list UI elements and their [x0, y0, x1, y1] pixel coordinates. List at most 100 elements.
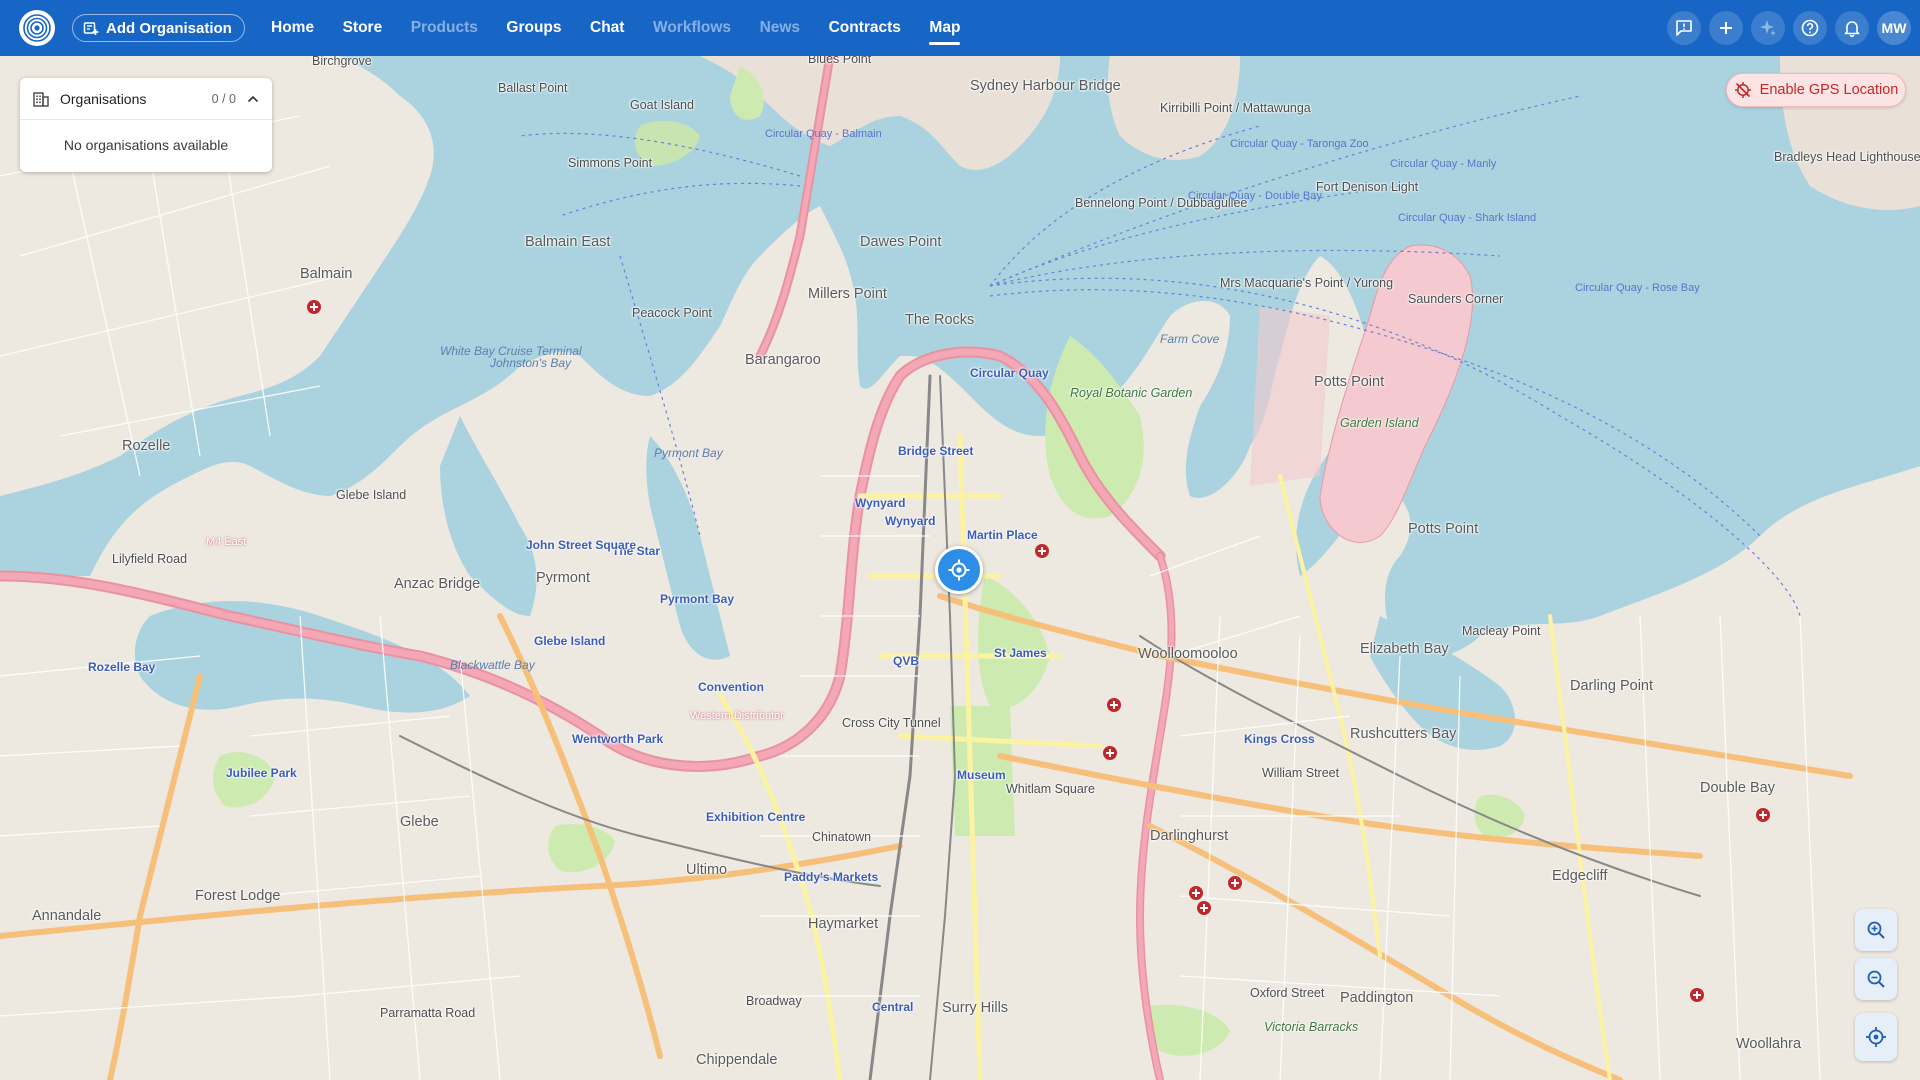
nav-map[interactable]: Map: [929, 0, 961, 56]
zoom-out-button[interactable]: [1855, 958, 1897, 1000]
map-label: Dawes Point: [860, 234, 942, 250]
zoom-in-button[interactable]: [1855, 909, 1897, 951]
map-label: Paddy's Markets: [784, 870, 879, 884]
user-avatar[interactable]: MW: [1877, 11, 1911, 45]
organisations-panel: Organisations 0 / 0 No organisations ava…: [20, 78, 272, 172]
map-label: Glebe: [400, 814, 439, 830]
zoom-in-icon: [1867, 921, 1885, 939]
map-label: Glebe Island: [534, 634, 606, 648]
map-label: Kings Cross: [1244, 732, 1315, 746]
map-label: Surry Hills: [942, 1000, 1009, 1016]
app-logo-icon[interactable]: [19, 10, 55, 46]
map-label: Chippendale: [696, 1052, 778, 1068]
map-label: Circular Quay - Balmain: [765, 128, 882, 140]
map-label: Garden Island: [1340, 416, 1419, 430]
organisations-title: Organisations: [60, 90, 147, 107]
plus-icon[interactable]: [1709, 11, 1743, 45]
map-label: Ultimo: [686, 862, 728, 878]
map-label: Darling Point: [1570, 678, 1654, 694]
map-label: Peacock Point: [632, 306, 712, 320]
map-label: Balmain East: [525, 234, 611, 250]
map-label: Barangaroo: [745, 352, 821, 368]
map-label: Whitlam Square: [1006, 782, 1095, 796]
map-label: QVB: [893, 654, 920, 668]
map-label: Balmain: [300, 266, 353, 282]
map-label: M4 East: [206, 536, 247, 548]
current-location-marker[interactable]: [935, 546, 983, 594]
map-label: Farm Cove: [1160, 332, 1220, 346]
map-label: Broadway: [746, 994, 802, 1008]
organisations-empty-message: No organisations available: [63, 137, 229, 153]
map-label: Johnston's Bay: [490, 356, 572, 370]
feedback-icon[interactable]: [1667, 11, 1701, 45]
map-label: Exhibition Centre: [706, 810, 806, 824]
chevron-up-icon[interactable]: [246, 92, 260, 106]
map-label: Saunders Corner: [1408, 292, 1504, 306]
map-label: William Street: [1262, 766, 1340, 780]
map-label: Haymarket: [808, 916, 879, 932]
organisations-panel-header[interactable]: Organisations 0 / 0: [20, 78, 272, 120]
map-label: Rozelle: [122, 438, 171, 454]
nav-products[interactable]: Products: [411, 0, 478, 56]
map-label: Fort Denison Light: [1316, 180, 1419, 194]
map-label: Sydney Harbour Bridge: [970, 78, 1121, 94]
map-label: Goat Island: [630, 98, 694, 112]
nav-chat[interactable]: Chat: [590, 0, 624, 56]
map-label: Wynyard: [885, 514, 936, 528]
map-label: Elizabeth Bay: [1360, 641, 1449, 657]
help-icon[interactable]: [1793, 11, 1827, 45]
map-label: Martin Place: [967, 528, 1038, 542]
map-label: Double Bay: [1700, 780, 1775, 796]
map-label: Wynyard: [855, 496, 906, 510]
nav-store[interactable]: Store: [343, 0, 383, 56]
zoom-out-icon: [1867, 970, 1885, 988]
map-label: Circular Quay - Manly: [1390, 158, 1497, 170]
main-nav: Home Store Products Groups Chat Workflow…: [271, 0, 989, 56]
map-label: Oxford Street: [1250, 986, 1325, 1000]
enable-gps-button[interactable]: Enable GPS Location: [1726, 73, 1906, 107]
nav-home[interactable]: Home: [271, 0, 314, 56]
map-label: Circular Quay - Double Bay: [1188, 190, 1322, 202]
map-label: The Rocks: [905, 312, 975, 328]
map-label: Rushcutters Bay: [1350, 726, 1457, 742]
map-label: Edgecliff: [1552, 868, 1608, 884]
bell-icon[interactable]: [1835, 11, 1869, 45]
map-label: Bradleys Head Lighthouse: [1774, 150, 1920, 164]
sparkle-icon[interactable]: [1751, 11, 1785, 45]
map-label: Forest Lodge: [195, 888, 281, 904]
map-label: Rozelle Bay: [88, 660, 156, 674]
nav-groups[interactable]: Groups: [506, 0, 561, 56]
topbar-actions: MW: [1659, 0, 1920, 56]
nav-contracts[interactable]: Contracts: [829, 0, 901, 56]
locate-me-button[interactable]: [1855, 1013, 1897, 1061]
crosshair-icon: [948, 559, 970, 581]
map-label: Woolloomooloo: [1138, 646, 1238, 662]
map-label: Simmons Point: [568, 156, 653, 170]
map-label: Parramatta Road: [380, 1006, 476, 1020]
add-organisation-label: Add Organisation: [106, 19, 232, 37]
map-label: Paddington: [1340, 990, 1414, 1006]
map-label: Mrs Macquarie's Point / Yurong: [1220, 276, 1394, 290]
map-label: Jubilee Park: [226, 766, 297, 780]
nav-workflows[interactable]: Workflows: [653, 0, 731, 56]
map-label: Annandale: [32, 908, 102, 924]
map-label: Millers Point: [808, 286, 887, 302]
map-label: Bridge Street: [898, 444, 974, 458]
enable-gps-label: Enable GPS Location: [1759, 82, 1899, 98]
map-label: Pyrmont: [536, 570, 590, 586]
map-label: Wentworth Park: [572, 732, 664, 746]
map-label: Blues Point: [808, 56, 872, 66]
map-label: Western Distributor: [690, 710, 784, 722]
map-label: Circular Quay - Rose Bay: [1575, 282, 1700, 294]
organisations-count: 0 / 0: [211, 91, 236, 106]
add-organisation-button[interactable]: Add Organisation: [72, 14, 245, 42]
location-off-icon: [1734, 82, 1751, 98]
map-label: Chinatown: [812, 830, 872, 844]
nav-news[interactable]: News: [760, 0, 801, 56]
map-label: St James: [994, 646, 1047, 660]
map-label: Museum: [957, 768, 1006, 782]
locate-icon: [1866, 1027, 1886, 1047]
map-label: Cross City Tunnel: [842, 716, 941, 730]
map-label: Ballast Point: [498, 81, 568, 95]
map-label: Circular Quay: [970, 366, 1049, 380]
